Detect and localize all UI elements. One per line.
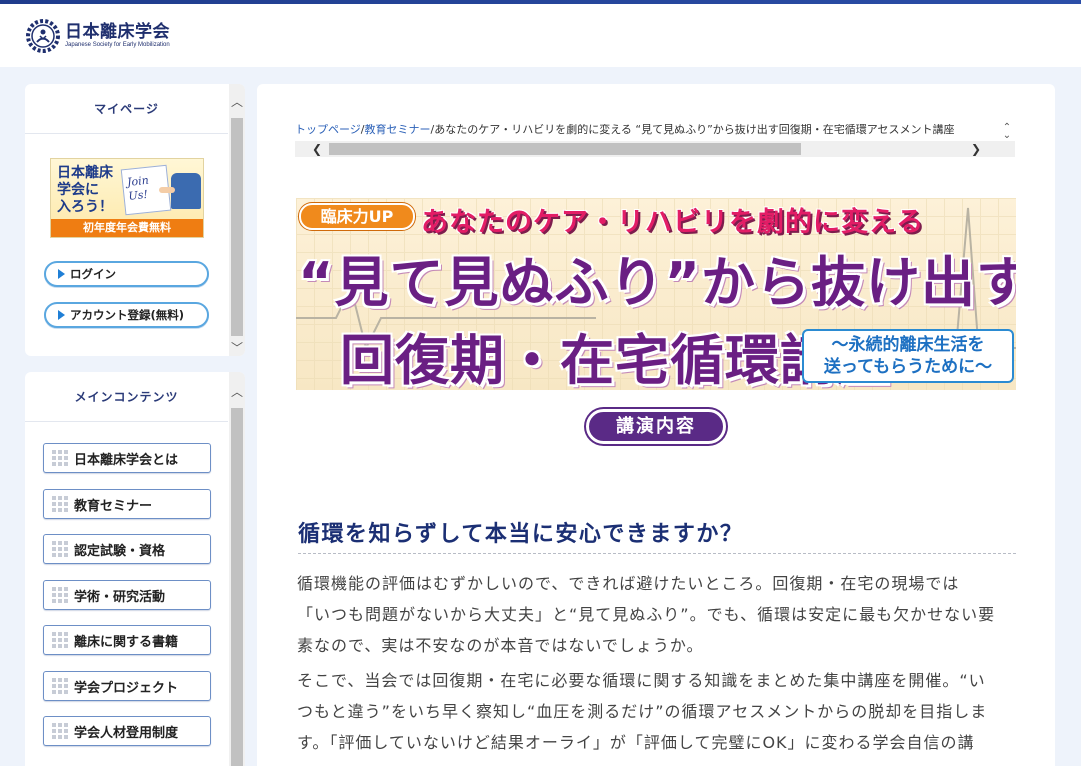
nav-item-projects[interactable]: 学会プロジェクト bbox=[43, 671, 211, 701]
nav-item-label: 日本離床学会とは bbox=[74, 452, 179, 468]
nav-item-label: 認定試験・資格 bbox=[74, 543, 166, 559]
site-header: 日本離床学会 Japanese Society for Early Mobili… bbox=[0, 4, 1081, 67]
mypage-title: マイページ bbox=[25, 84, 228, 134]
breadcrumb-spin-icon[interactable]: ⌃ ⌄ bbox=[999, 123, 1015, 141]
nav-item-label: 離床に関する書籍 bbox=[74, 634, 179, 650]
nav-item-recruitment[interactable]: 学会人材登用制度 bbox=[43, 716, 211, 746]
paragraph-line: 素なので、実は不安なのが本音ではないでしょうか。 bbox=[297, 636, 704, 655]
breadcrumb-current: あなたのケア・リハビリを劇的に変える “見て見ぬふり”から抜け出す回復期・在宅循… bbox=[434, 124, 955, 136]
play-arrow-icon bbox=[58, 269, 65, 279]
banner-line-2: “見て見ぬふり”から抜け出す bbox=[298, 251, 1016, 314]
paragraph-line: そこで、当会では回復期・在宅に必要な循環に関する知識をまとめた集中講座を開催。“… bbox=[297, 671, 986, 690]
grid-icon bbox=[52, 632, 68, 648]
join-line-1: 日本離床 bbox=[57, 165, 113, 181]
breadcrumb-home-link[interactable]: トップページ bbox=[295, 124, 361, 136]
grid-icon bbox=[52, 678, 68, 694]
paragraph-line: 循環機能の評価はむずかしいので、できれば避けたいところ。回復期・在宅の現場では bbox=[297, 574, 960, 593]
grid-icon bbox=[52, 496, 68, 512]
banner-subtitle: ～永続的離床生活を 送ってもらうために～ bbox=[802, 329, 1014, 383]
nav-item-books[interactable]: 離床に関する書籍 bbox=[43, 625, 211, 655]
site-logo[interactable]: 日本離床学会 Japanese Society for Early Mobili… bbox=[25, 18, 170, 54]
main-content: トップページ/教育セミナー/あなたのケア・リハビリを劇的に変える “見て見ぬふり… bbox=[257, 84, 1055, 766]
mypage-panel: マイページ 日本離床 学会に 入ろう！ Join Us! 初年度年会費無料 ログ… bbox=[25, 84, 245, 356]
nav-item-about[interactable]: 日本離床学会とは bbox=[43, 443, 211, 473]
breadcrumb-seminar-link[interactable]: 教育セミナー bbox=[365, 124, 431, 136]
page-heading: 循環を知らずして本当に安心できますか？ bbox=[298, 516, 1016, 554]
nav-item-label: 学術・研究活動 bbox=[74, 589, 166, 605]
scrollbar-thumb[interactable] bbox=[329, 143, 801, 155]
seminar-banner: 臨床力UP あなたのケア・リハビリを劇的に変える “見て見ぬふり”から抜け出す … bbox=[296, 198, 1016, 390]
grid-icon bbox=[52, 450, 68, 466]
scrollbar-thumb[interactable] bbox=[231, 408, 243, 766]
section-label: 講演内容 bbox=[586, 409, 726, 444]
paragraph-line: つもと違う”をいち早く察知し“血圧を測るだけ”の循環アセスメントからの脱却を目指… bbox=[297, 702, 988, 721]
nav-item-seminar[interactable]: 教育セミナー bbox=[43, 489, 211, 519]
nav-item-label: 教育セミナー bbox=[74, 498, 153, 514]
paragraph-line: 「いつも問題がないから大丈夫」と“見て見ぬふり”。でも、循環は安定に最も欠かせな… bbox=[297, 605, 996, 624]
grid-icon bbox=[52, 723, 68, 739]
join-line-2: 学会に bbox=[57, 182, 99, 198]
play-arrow-icon bbox=[58, 310, 65, 320]
paragraph-1: 循環機能の評価はむずかしいので、できれば避けたいところ。回復期・在宅の現場では … bbox=[297, 568, 1021, 661]
scroll-right-icon[interactable]: ❯ bbox=[968, 141, 984, 157]
register-button[interactable]: アカウント登録(無料) bbox=[44, 302, 209, 328]
paragraph-2: そこで、当会では回復期・在宅に必要な循環に関する知識をまとめた集中講座を開催。“… bbox=[297, 665, 1021, 758]
logo-subtitle: Japanese Society for Early Mobilization bbox=[65, 42, 170, 48]
mypage-scrollbar[interactable]: ︿ ﹀ bbox=[229, 84, 245, 356]
breadcrumb: トップページ/教育セミナー/あなたのケア・リハビリを劇的に変える “見て見ぬふり… bbox=[295, 123, 1015, 158]
register-label: アカウント登録(無料) bbox=[70, 308, 185, 322]
nav-item-label: 学会プロジェクト bbox=[74, 680, 179, 696]
logo-title: 日本離床学会 bbox=[65, 22, 170, 42]
scroll-left-icon[interactable]: ❮ bbox=[309, 141, 325, 157]
nav-item-label: 学会人材登用制度 bbox=[74, 725, 179, 741]
nav-item-research[interactable]: 学術・研究活動 bbox=[43, 580, 211, 610]
join-banner[interactable]: 日本離床 学会に 入ろう！ Join Us! 初年度年会費無料 bbox=[50, 158, 204, 238]
gear-logo-icon bbox=[26, 19, 60, 53]
login-label: ログイン bbox=[70, 267, 116, 281]
grid-icon bbox=[52, 541, 68, 557]
grid-icon bbox=[52, 587, 68, 603]
scroll-down-icon[interactable]: ﹀ bbox=[229, 340, 245, 356]
breadcrumb-scrollbar[interactable]: ❮ ❯ bbox=[295, 141, 1015, 157]
scroll-up-icon[interactable]: ︿ bbox=[229, 384, 245, 400]
main-contents-scrollbar[interactable]: ︿ bbox=[229, 372, 245, 766]
main-contents-title: メインコンテンツ bbox=[25, 372, 228, 422]
join-line-3: 入ろう！ bbox=[57, 199, 113, 215]
login-button[interactable]: ログイン bbox=[44, 261, 209, 287]
pointing-hand-icon bbox=[159, 173, 201, 209]
main-contents-panel: メインコンテンツ 日本離床学会とは 教育セミナー 認定試験・資格 学術・研究活動… bbox=[25, 372, 245, 766]
nav-item-certification[interactable]: 認定試験・資格 bbox=[43, 534, 211, 564]
join-fee-label: 初年度年会費無料 bbox=[51, 219, 203, 237]
scroll-up-icon[interactable]: ︿ bbox=[229, 94, 245, 110]
banner-tag: 臨床力UP bbox=[299, 203, 415, 230]
scrollbar-thumb[interactable] bbox=[231, 118, 243, 336]
paragraph-line: す。「評価していないけど結果オーライ」が「評価して完璧にOK」に変わる学会自信の… bbox=[297, 733, 975, 752]
banner-line-1: あなたのケア・リハビリを劇的に変える bbox=[420, 207, 925, 239]
